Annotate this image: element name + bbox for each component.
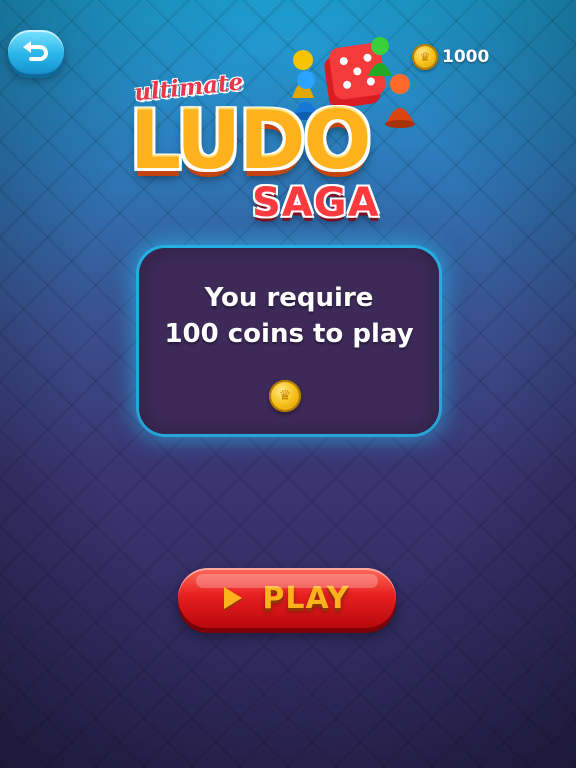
game-logo: ultimate LUDO SAGA [128,36,448,236]
play-button-label: PLAY [262,580,350,616]
message-line-1: You require [204,283,374,313]
coin-requirement-panel: You require 100 coins to play ♛ [139,248,439,434]
logo-saga-text: SAGA [252,180,380,226]
play-triangle-icon [224,587,243,609]
coin-amount: 1000 [442,47,490,67]
coin-requirement-message: You require 100 coins to play [139,280,439,352]
play-button[interactable]: PLAY [178,568,396,628]
message-line-2: 100 coins to play [164,319,414,349]
undo-arrow-icon [23,41,48,61]
coin-icon: ♛ [269,380,301,412]
logo-ludo-text: LUDO [130,94,371,187]
back-button[interactable] [8,30,64,74]
